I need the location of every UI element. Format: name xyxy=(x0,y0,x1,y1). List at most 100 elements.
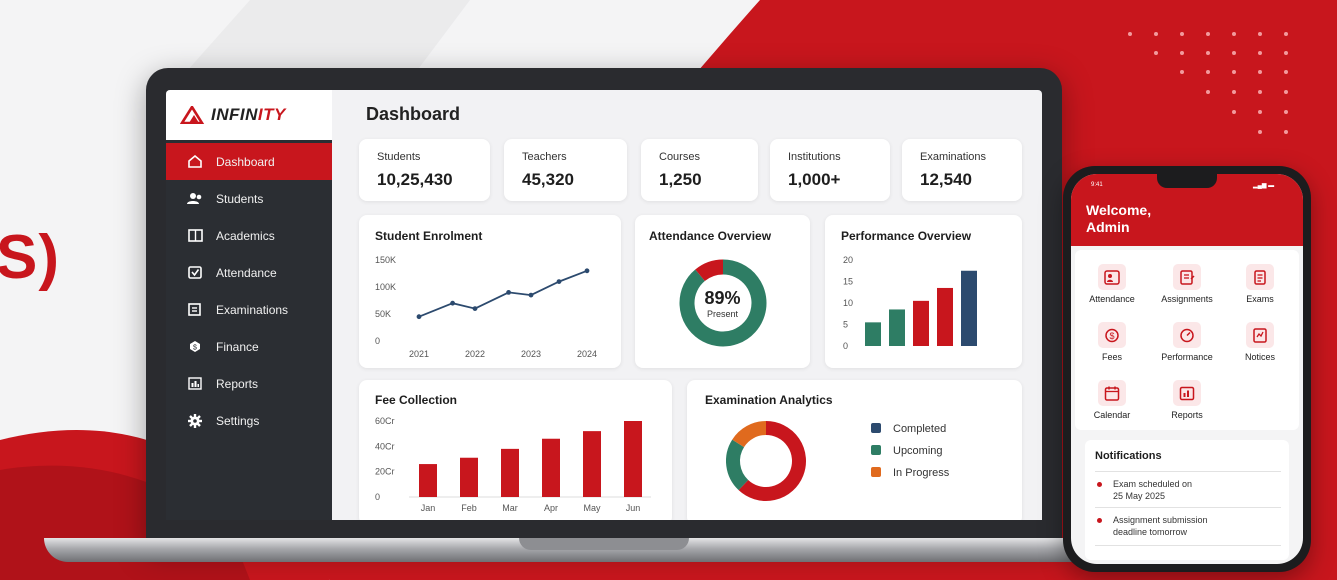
exam-analytics-card: Examination Analytics Completed Upcoming… xyxy=(687,380,1022,520)
app-label: Attendance xyxy=(1089,294,1135,304)
sidebar-item-label: Dashboard xyxy=(216,154,275,169)
app-reports[interactable]: Reports xyxy=(1150,374,1224,432)
app-fees[interactable]: $ Fees xyxy=(1075,316,1149,374)
fee-card: Fee Collection 0 20Cr 40Cr 60Cr Jan Feb Mar Apr… xyxy=(359,380,672,520)
phone-screen: 9:41 ▂▄▆ ▬ Welcome, Admin Attendance Ass… xyxy=(1071,174,1303,564)
stat-label: Students xyxy=(377,151,421,163)
donut-slice xyxy=(695,259,724,282)
x-tick-label: 2024 xyxy=(577,349,597,359)
stat-value: 1,250 xyxy=(659,170,702,189)
app-label: Assignments xyxy=(1161,294,1213,304)
legend-completed: Completed xyxy=(871,423,946,435)
y-tick-label: 40Cr xyxy=(375,441,395,451)
fees-icon: $ xyxy=(1098,322,1126,348)
logo[interactable]: INFINITY xyxy=(166,90,332,140)
y-tick-label: 100K xyxy=(375,282,396,292)
notification-item[interactable]: Assignment submission deadline tomorrow xyxy=(1095,514,1281,538)
enrolment-series-line xyxy=(418,269,588,318)
users-icon xyxy=(186,192,204,206)
logo-text-main: INFIN xyxy=(211,105,258,124)
app-notices[interactable]: Notices xyxy=(1223,316,1297,374)
bar xyxy=(937,287,953,346)
app-calendar[interactable]: Calendar xyxy=(1075,374,1149,432)
x-tick-label: Feb xyxy=(461,503,477,513)
welcome-text: Welcome, Admin xyxy=(1086,202,1151,236)
bar xyxy=(865,322,881,346)
app-performance[interactable]: Performance xyxy=(1150,316,1224,374)
logo-text-accent: ITY xyxy=(257,105,286,124)
decorative-dots xyxy=(1128,32,1288,134)
app-exams[interactable]: Exams xyxy=(1223,258,1297,316)
sidebar-item-settings[interactable]: Settings xyxy=(166,402,332,439)
legend-in-progress: In Progress xyxy=(871,467,949,479)
stat-card-teachers[interactable]: Teachers 45,320 xyxy=(504,139,627,201)
notifications-title: Notifications xyxy=(1095,450,1162,462)
app-attendance[interactable]: Attendance xyxy=(1075,258,1149,316)
gear-icon xyxy=(186,413,204,428)
sidebar-item-academics[interactable]: Academics xyxy=(166,217,332,254)
hero-partial-title: S) xyxy=(0,223,60,292)
sidebar-item-label: Attendance xyxy=(216,265,277,280)
app-label: Calendar xyxy=(1093,410,1131,420)
enrolment-chart: 0 50K 100K 150K 2021 2022 2023 2024 xyxy=(375,255,597,359)
y-tick-label: 50K xyxy=(375,309,391,319)
calendar-icon xyxy=(1098,380,1126,406)
bar xyxy=(419,464,437,497)
sidebar-item-reports[interactable]: Reports xyxy=(166,365,332,402)
bar-chart-icon xyxy=(186,377,204,391)
y-tick-label: 10 xyxy=(843,298,853,308)
stat-card-institutions[interactable]: Institutions 1,000+ xyxy=(770,139,890,201)
y-tick-label: 15 xyxy=(843,277,853,287)
legend-swatch xyxy=(871,423,881,433)
app-grid: Attendance Assignments Exams $ Fees Perf… xyxy=(1075,250,1299,430)
sidebar-item-examinations[interactable]: Examinations xyxy=(166,291,332,328)
sidebar-item-label: Settings xyxy=(216,413,260,428)
stat-value: 45,320 xyxy=(522,170,574,189)
x-tick-label: 2022 xyxy=(465,349,485,359)
notification-item[interactable]: Exam scheduled on 25 May 2025 xyxy=(1095,478,1281,502)
notification-line: Exam scheduled on xyxy=(1113,479,1193,489)
divider xyxy=(1095,471,1281,472)
stat-value: 12,540 xyxy=(920,170,972,189)
sidebar-item-students[interactable]: Students xyxy=(166,180,332,217)
page-title: Dashboard xyxy=(366,104,461,124)
welcome-line2: Admin xyxy=(1086,219,1130,235)
notification-line: deadline tomorrow xyxy=(1113,527,1188,537)
y-tick-label: 0 xyxy=(375,492,380,502)
app-label: Reports xyxy=(1171,410,1203,420)
bullet xyxy=(1097,518,1102,523)
donut-slice xyxy=(726,439,749,491)
edit-icon xyxy=(186,303,204,317)
status-icons: ▂▄▆ ▬ xyxy=(1253,183,1275,189)
sidebar-item-attendance[interactable]: Attendance xyxy=(166,254,332,291)
attendance-icon xyxy=(1098,264,1126,290)
bar xyxy=(913,300,929,346)
exam-donut-chart xyxy=(726,421,806,501)
stat-card-examinations[interactable]: Examinations 12,540 xyxy=(902,139,1022,201)
fee-bar-chart: 0 20Cr 40Cr 60Cr Jan Feb Mar Apr May Jun xyxy=(375,416,651,513)
legend-label: Completed xyxy=(893,423,947,435)
svg-text:$: $ xyxy=(193,345,197,352)
checkbox-icon xyxy=(186,266,204,280)
data-point xyxy=(472,306,478,311)
sidebar-item-finance[interactable]: $ Finance xyxy=(166,328,332,365)
x-tick-label: 2023 xyxy=(521,349,541,359)
sidebar-item-label: Examinations xyxy=(216,302,289,317)
app-assignments[interactable]: Assignments xyxy=(1150,258,1224,316)
sidebar-item-label: Finance xyxy=(216,339,259,354)
bar xyxy=(961,270,977,346)
bar xyxy=(542,438,560,497)
sidebar-item-label: Academics xyxy=(216,228,275,243)
sidebar-item-dashboard[interactable]: Dashboard xyxy=(166,143,332,180)
x-tick-label: Apr xyxy=(544,503,558,513)
stat-label: Teachers xyxy=(522,151,567,163)
stat-card-students[interactable]: Students 10,25,430 xyxy=(359,139,490,201)
bar xyxy=(889,309,905,346)
data-point xyxy=(506,290,511,295)
dashboard-main: Dashboard Students 10,25,430 Teachers 45… xyxy=(332,90,1042,520)
attendance-card: Attendance Overview 89% Present xyxy=(635,215,810,368)
svg-text:$: $ xyxy=(1109,331,1114,341)
stat-card-courses[interactable]: Courses 1,250 xyxy=(641,139,758,201)
legend-swatch xyxy=(871,467,881,477)
data-point xyxy=(584,268,590,274)
